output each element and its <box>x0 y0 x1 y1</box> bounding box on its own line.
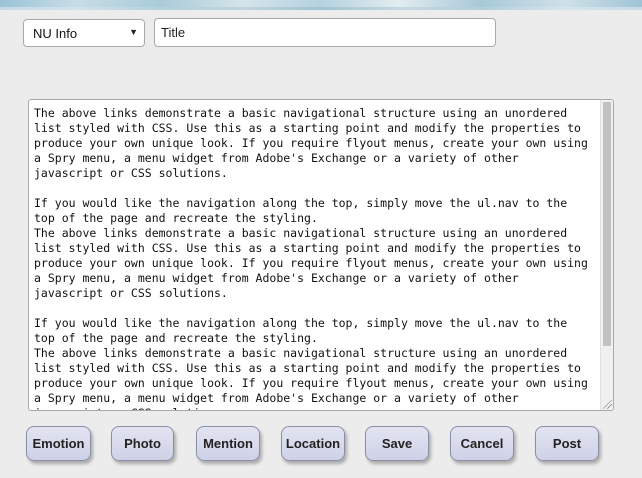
scrollbar-thumb[interactable] <box>603 102 611 346</box>
save-button[interactable]: Save <box>365 426 429 461</box>
cancel-button[interactable]: Cancel <box>450 426 514 461</box>
header-banner-image <box>0 0 642 10</box>
resize-grip-icon[interactable] <box>603 400 612 409</box>
location-button[interactable]: Location <box>281 426 345 461</box>
post-body-textarea[interactable]: The above links demonstrate a basic navi… <box>28 99 614 411</box>
textarea-scrollbar[interactable] <box>600 100 613 410</box>
title-input[interactable]: Title <box>154 18 496 47</box>
category-select-value: NU Info <box>33 26 78 41</box>
post-button[interactable]: Post <box>535 426 599 461</box>
dropdown-arrow-icon: ▼ <box>129 27 138 37</box>
photo-button[interactable]: Photo <box>111 426 174 461</box>
mention-button[interactable]: Mention <box>196 426 260 461</box>
category-select[interactable]: NU Info ▼ <box>23 19 145 47</box>
emotion-button[interactable]: Emotion <box>26 426 91 461</box>
post-body-text: The above links demonstrate a basic navi… <box>34 106 588 410</box>
